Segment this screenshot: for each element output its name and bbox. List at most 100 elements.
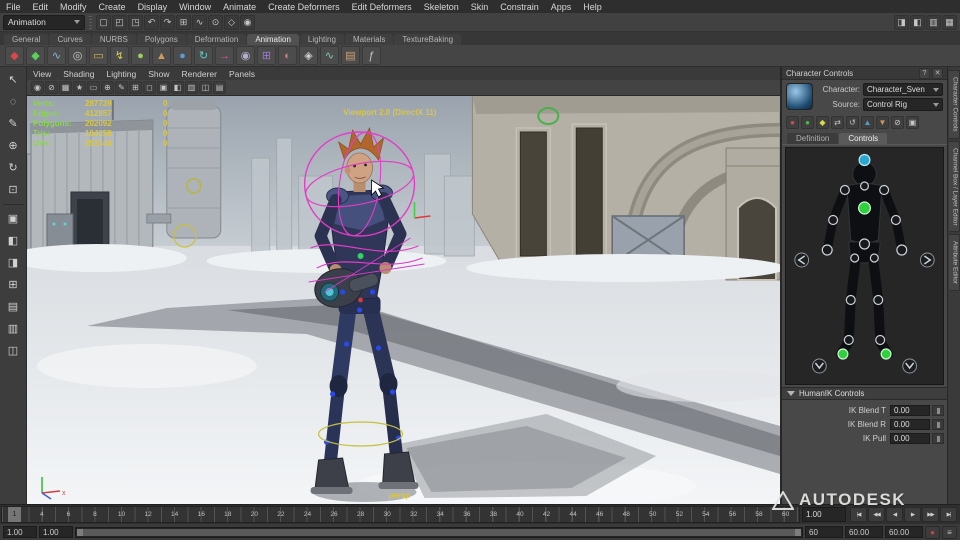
snap-point-icon[interactable]: ⊙ (208, 14, 223, 30)
select-camera-icon[interactable]: ◉ (31, 81, 44, 94)
side-tab-attribute-editor[interactable]: Attribute Editor (948, 234, 960, 292)
menubar-item[interactable]: Animate (217, 2, 262, 12)
menubar-item[interactable]: Constrain (494, 2, 545, 12)
slider-widget[interactable] (932, 432, 944, 444)
image-plane-icon[interactable]: ▭ (87, 81, 100, 94)
source-dropdown[interactable]: Control Rig (863, 98, 943, 111)
range-start-field[interactable]: 1.00 (3, 526, 37, 538)
play-forwards-button[interactable]: ▶ (904, 507, 921, 522)
layout-two-pane-side-icon[interactable]: ◧ (3, 230, 24, 251)
humanik-body-diagram[interactable] (785, 147, 944, 385)
shelf-tab[interactable]: NURBS (91, 34, 136, 45)
create-clip-icon[interactable]: ▭ (89, 46, 108, 65)
range-handle-left[interactable] (77, 528, 83, 536)
range-start-field[interactable]: 1.00 (39, 526, 73, 538)
range-end-field[interactable]: 60.00 (885, 526, 923, 538)
shelf-tab[interactable]: Animation (247, 34, 299, 45)
menubar-item[interactable]: Edit (27, 2, 55, 12)
attribute-value-field[interactable]: 0.00 (890, 418, 930, 430)
resolution-gate-icon[interactable]: ▣ (157, 81, 170, 94)
go-to-stance-icon[interactable]: ▲ (861, 115, 874, 129)
layout-four-pane-icon[interactable]: ⊞ (3, 274, 24, 295)
menubar-item[interactable]: Skeleton (418, 2, 465, 12)
animation-preferences-button[interactable]: ≡ (942, 525, 957, 539)
menubar-item[interactable]: File (0, 2, 27, 12)
orient-constraint-icon[interactable]: ↻ (194, 46, 213, 65)
collapse-arrow-icon[interactable] (787, 391, 795, 396)
menubar-item[interactable]: Apps (545, 2, 578, 12)
slider-widget[interactable] (932, 418, 944, 430)
character-controls-tab[interactable]: Controls (839, 133, 888, 144)
bookmarks-icon[interactable]: ★ (73, 81, 86, 94)
range-slider[interactable] (75, 526, 803, 538)
side-tab-channel-box[interactable]: Channel Box / Layer Editor (948, 140, 960, 233)
open-scene-icon[interactable]: ◰ (112, 14, 127, 30)
attribute-value-field[interactable]: 0.00 (890, 432, 930, 444)
shelf-tab[interactable]: Curves (49, 34, 91, 45)
lock-camera-icon[interactable]: ⊘ (45, 81, 58, 94)
2d-pan-zoom-icon[interactable]: ⊕ (101, 81, 114, 94)
character-controls-tab[interactable]: Definition (787, 133, 839, 144)
step-forward-frame-button[interactable]: ▶▶ (922, 507, 939, 522)
pin-translate-icon[interactable]: ▼ (876, 115, 889, 129)
layout-single-pane-icon[interactable]: ▣ (3, 208, 24, 229)
go-to-end-button[interactable]: ▶| (940, 507, 957, 522)
menubar-item[interactable]: Edit Deformers (346, 2, 418, 12)
layout-two-pane-stacked-icon[interactable]: ◨ (3, 252, 24, 273)
safe-action-icon[interactable]: ◫ (199, 81, 212, 94)
mirror-icon[interactable]: ⇄ (831, 115, 844, 129)
dope-sheet-icon[interactable]: ▤ (341, 46, 360, 65)
set-driven-key-icon[interactable]: ◈ (299, 46, 318, 65)
shelf-tab[interactable]: General (4, 34, 49, 45)
panel-menu-item[interactable]: Show (142, 69, 175, 79)
snap-plane-icon[interactable]: ◇ (224, 14, 239, 30)
lattice-icon[interactable]: ⊞ (257, 46, 276, 65)
slider-widget[interactable] (932, 404, 944, 416)
set-key-icon[interactable]: ◆ (5, 46, 24, 65)
panel-menu-item[interactable]: Lighting (100, 69, 142, 79)
graph-editor-icon[interactable]: ∿ (320, 46, 339, 65)
joint-tool-icon[interactable]: ● (131, 46, 150, 65)
redo-icon[interactable]: ↷ (160, 14, 175, 30)
breakdown-key-icon[interactable]: ◆ (26, 46, 45, 65)
key-body-part-icon[interactable]: ● (801, 115, 814, 129)
menubar-item[interactable]: Window (173, 2, 217, 12)
shelf-tab[interactable]: Materials (344, 34, 394, 45)
snap-curve-icon[interactable]: ∿ (192, 14, 207, 30)
snap-grid-icon[interactable]: ⊞ (176, 14, 191, 30)
parent-constraint-icon[interactable]: ▲ (152, 46, 171, 65)
new-scene-icon[interactable]: ▢ (96, 14, 111, 30)
character-dropdown[interactable]: Character_Sven (863, 83, 943, 96)
close-icon[interactable]: ✕ (932, 67, 943, 79)
motion-trail-icon[interactable]: ∿ (47, 46, 66, 65)
time-slider[interactable]: 2468101214161820222426283032343638404244… (1, 506, 800, 523)
rotate-tool-icon[interactable]: ↻ (3, 157, 24, 178)
layout-persp-graph-icon[interactable]: ▥ (3, 318, 24, 339)
viewport-scene[interactable]: Verts: 287739 0 Edges: 412857 0 Polygons… (27, 96, 780, 504)
panel-menu-item[interactable]: Panels (223, 69, 261, 79)
grid-icon[interactable]: ⊞ (129, 81, 142, 94)
options-icon[interactable]: ▣ (906, 115, 919, 129)
menubar-item[interactable]: Create (93, 2, 132, 12)
menubar-item[interactable]: Help (577, 2, 608, 12)
toggle-toolbox-icon[interactable]: ◧ (910, 14, 925, 30)
range-end-field[interactable]: 60 (805, 526, 843, 538)
aim-constraint-icon[interactable]: → (215, 46, 234, 65)
menubar-item[interactable]: Skin (465, 2, 495, 12)
playhead[interactable]: 1 (8, 507, 21, 522)
undo-icon[interactable]: ↶ (144, 14, 159, 30)
layout-persp-outliner-icon[interactable]: ▤ (3, 296, 24, 317)
camera-attributes-icon[interactable]: ▦ (59, 81, 72, 94)
help-icon[interactable]: ? (919, 67, 930, 79)
paint-select-tool-icon[interactable]: ✎ (3, 113, 24, 134)
shelf-tab[interactable]: Deformation (186, 34, 247, 45)
render-icon[interactable]: ◉ (240, 14, 255, 30)
ghost-icon[interactable]: ◎ (68, 46, 87, 65)
menubar-item[interactable]: Create Deformers (262, 2, 346, 12)
range-handle-right[interactable] (795, 528, 801, 536)
cluster-icon[interactable]: ◉ (236, 46, 255, 65)
gate-mask-icon[interactable]: ◧ (171, 81, 184, 94)
toggle-channel-box-icon[interactable]: ▥ (926, 14, 941, 30)
toggle-panels-icon[interactable]: ▦ (942, 14, 957, 30)
lock-icon[interactable]: ⊘ (891, 115, 904, 129)
